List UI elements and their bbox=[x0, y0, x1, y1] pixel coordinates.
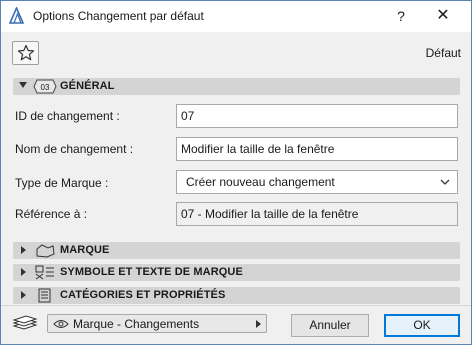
section-general-label: GÉNÉRAL bbox=[60, 80, 115, 92]
title-bar[interactable]: Options Changement par défaut ? ✕ bbox=[1, 1, 471, 32]
chevron-right-icon bbox=[21, 291, 26, 299]
layer-dropdown-label: Marque - Changements bbox=[73, 317, 200, 331]
document-list-icon bbox=[38, 288, 51, 303]
star-icon bbox=[17, 44, 35, 61]
id-field-label: ID de changement : bbox=[15, 109, 120, 123]
section-symbole-header[interactable]: SYMBOLE ET TEXTE DE MARQUE bbox=[13, 264, 460, 281]
name-field[interactable] bbox=[176, 137, 458, 161]
close-button[interactable]: ✕ bbox=[431, 4, 455, 28]
symbol-text-icon bbox=[35, 265, 54, 280]
dialog-window: Options Changement par défaut ? ✕ Défaut… bbox=[0, 0, 472, 345]
chevron-down-icon bbox=[19, 82, 27, 88]
marker-shape-icon bbox=[36, 244, 55, 258]
app-logo-icon bbox=[8, 7, 25, 24]
id-field[interactable] bbox=[176, 104, 458, 128]
layer-dropdown[interactable]: Marque - Changements bbox=[47, 314, 267, 333]
type-field-label: Type de Marque : bbox=[15, 176, 109, 190]
section-general-header[interactable]: 03 GÉNÉRAL bbox=[13, 78, 460, 95]
section-marque-label: MARQUE bbox=[60, 244, 110, 256]
chevron-right-icon bbox=[21, 268, 26, 276]
id-badge-text: 03 bbox=[41, 83, 50, 92]
favorites-button[interactable] bbox=[12, 41, 39, 65]
window-title: Options Changement par défaut bbox=[33, 9, 204, 23]
help-button[interactable]: ? bbox=[389, 4, 413, 28]
footer-divider bbox=[1, 305, 471, 306]
chevron-right-icon bbox=[21, 246, 26, 254]
chevron-right-icon bbox=[256, 320, 261, 328]
layers-icon bbox=[12, 315, 38, 330]
name-field-label: Nom de changement : bbox=[15, 142, 134, 156]
reference-field bbox=[176, 202, 458, 226]
eye-icon bbox=[53, 320, 69, 328]
section-marque-header[interactable]: MARQUE bbox=[13, 242, 460, 259]
chevron-down-icon bbox=[440, 179, 450, 185]
type-select[interactable]: Créer nouveau changement bbox=[176, 170, 458, 194]
section-categories-header[interactable]: CATÉGORIES ET PROPRIÉTÉS bbox=[13, 287, 460, 304]
cancel-button[interactable]: Annuler bbox=[291, 314, 369, 337]
default-label: Défaut bbox=[425, 46, 461, 60]
section-categories-label: CATÉGORIES ET PROPRIÉTÉS bbox=[60, 289, 226, 301]
id-badge-icon: 03 bbox=[33, 79, 57, 94]
ok-button[interactable]: OK bbox=[384, 314, 460, 337]
reference-field-label: Référence à : bbox=[15, 207, 88, 221]
type-select-value: Créer nouveau changement bbox=[186, 175, 335, 189]
section-symbole-label: SYMBOLE ET TEXTE DE MARQUE bbox=[60, 266, 243, 278]
